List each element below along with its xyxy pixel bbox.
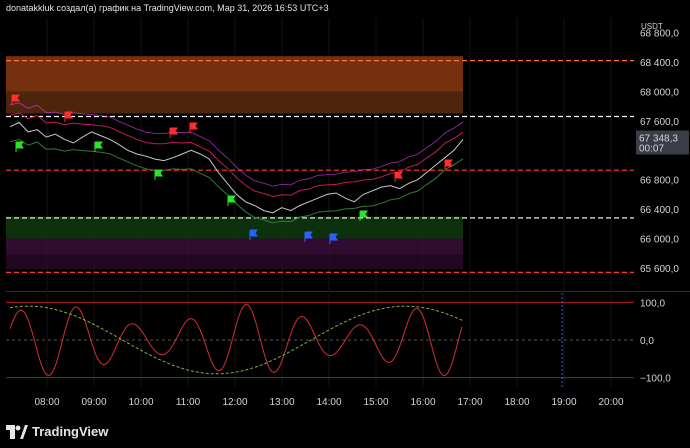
- time-tick-label: 17:00: [457, 397, 482, 408]
- price-band-2: [6, 216, 463, 239]
- osc-tick-label: 0,0: [640, 336, 654, 347]
- time-tick-label: 11:00: [176, 397, 201, 408]
- price-band-1: [6, 91, 463, 114]
- footer: TradingView: [0, 418, 690, 448]
- time-tick-label: 12:00: [222, 397, 247, 408]
- time-tick-label: 15:00: [363, 397, 388, 408]
- time-tick-label: 14:00: [316, 397, 341, 408]
- time-tick-label: 16:00: [410, 397, 435, 408]
- price-band-0: [6, 56, 463, 92]
- time-tick-label: 08:00: [34, 397, 59, 408]
- price-tick-label: 68 800,0: [640, 29, 679, 40]
- time-tick-label: 19:00: [551, 397, 576, 408]
- price-band-3: [6, 238, 463, 255]
- osc-tick-label: −100,0: [640, 374, 671, 385]
- tradingview-logo-icon: [6, 424, 28, 439]
- brand-name: TradingView: [32, 424, 109, 439]
- time-tick-label: 18:00: [504, 397, 529, 408]
- price-tick-label: 67 600,0: [640, 117, 679, 128]
- time-tick-label: 13:00: [269, 397, 294, 408]
- chart-canvas[interactable]: USDT68 800,068 400,068 000,067 600,066 8…: [0, 0, 690, 448]
- price-tick-label: 68 400,0: [640, 58, 679, 69]
- price-tick-label: 66 000,0: [640, 235, 679, 246]
- price-tick-label: 66 800,0: [640, 176, 679, 187]
- price-band-4: [6, 254, 463, 270]
- price-tick-label: 65 600,0: [640, 264, 679, 275]
- time-tick-label: 10:00: [128, 397, 153, 408]
- brand[interactable]: TradingView: [6, 424, 108, 439]
- osc-tick-label: 100,0: [640, 298, 665, 309]
- price-tick-label: 68 000,0: [640, 88, 679, 99]
- time-tick-label: 20:00: [598, 397, 623, 408]
- price-tick-label: 66 400,0: [640, 205, 679, 216]
- time-tick-label: 09:00: [81, 397, 106, 408]
- countdown-label: 00:07: [639, 143, 664, 154]
